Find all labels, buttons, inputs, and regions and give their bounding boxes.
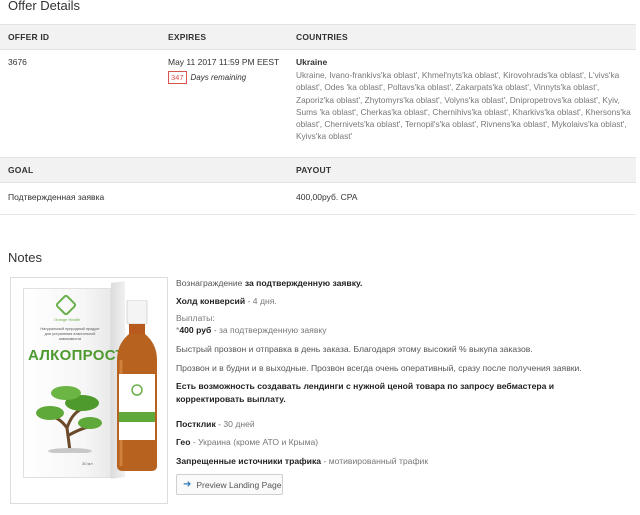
product-box-description: Натуральный природный продукт для устран…	[40, 327, 100, 341]
landing-line-1: Есть возможность создавать лендинги с ну…	[176, 381, 554, 391]
postclick-line: Постклик - 30 дней	[176, 419, 255, 429]
payout-value: 400,00руб. CPA	[296, 192, 358, 202]
bottle-icon	[117, 300, 157, 471]
regions-line: Sums 'ka oblast', Cherkas'ka oblast', Ch…	[296, 106, 631, 117]
preview-button-label: Preview Landing Page	[196, 479, 282, 490]
product-brand: Orange Health	[54, 317, 81, 322]
reward-bold: за подтвержденную заявку.	[244, 278, 363, 288]
regions-line: Ukraine, Ivano-frankivs'ka oblast', Khme…	[296, 70, 620, 80]
goal-payout-header: GOAL PAYOUT	[0, 157, 636, 183]
header-offer-id: OFFER ID	[8, 32, 50, 42]
preview-landing-page-button[interactable]: ➜ Preview Landing Page	[176, 474, 283, 495]
product-name: АЛКОПРОСТ	[28, 347, 125, 364]
arrow-right-icon: ➜	[183, 479, 192, 490]
reward-prefix: Вознаграждение	[176, 278, 245, 288]
product-image: Orange Health Натуральный природный прод…	[10, 277, 168, 504]
reward-line: Вознаграждение за подтвержденную заявку.	[176, 278, 362, 288]
call-schedule-line: Прозвон и в будни и в выходные. Прозвон …	[176, 363, 582, 373]
hold-label: Холд конверсий	[176, 296, 246, 306]
payout-amount: 400 руб	[179, 325, 212, 335]
goal-payout-row: Подтвержденная заявка 400,00руб. CPA	[0, 183, 636, 215]
postclick-label: Постклик	[176, 419, 216, 429]
landing-text-2: корректировать выплату.	[176, 394, 286, 404]
header-expires: EXPIRES	[168, 32, 207, 42]
days-remaining-badge: 347	[168, 71, 187, 84]
notes-title: Notes	[8, 250, 42, 265]
postclick-value: - 30 дней	[215, 419, 255, 429]
payouts-label: Выплаты:	[176, 313, 215, 323]
header-countries: COUNTRIES	[296, 32, 348, 42]
forbidden-traffic-line: Запрещенные источники трафика - мотивиро…	[176, 456, 428, 466]
goal-value: Подтвержденная заявка	[8, 192, 105, 202]
product-volume: 30 мл	[82, 461, 93, 466]
geo-line: Гео - Украина (кроме АТО и Крыма)	[176, 437, 318, 447]
regions-line: Kyivs'ka oblast'	[296, 131, 353, 142]
header-payout: PAYOUT	[296, 165, 332, 175]
regions-line: oblast', Odes 'ka oblast', Poltavs'ka ob…	[296, 82, 600, 93]
payout-desc: - за подтвержденную заявку	[211, 325, 327, 335]
payout-line: *400 руб - за подтвержденную заявку	[176, 325, 327, 335]
landing-line-2: корректировать выплату.	[176, 394, 286, 404]
hold-value: - 4 дня.	[245, 296, 277, 306]
offer-id-value: 3676	[8, 57, 27, 67]
offer-table-header: OFFER ID EXPIRES COUNTRIES	[0, 24, 636, 50]
fast-call-line: Быстрый прозвон и отправка в день заказа…	[176, 344, 533, 354]
forbidden-traffic-label: Запрещенные источники трафика	[176, 456, 322, 466]
regions-line: Zaporiz'ka oblast', Zhytomyrs'ka oblast'…	[296, 94, 620, 105]
goal-payout-table: GOAL PAYOUT Подтвержденная заявка 400,00…	[0, 157, 636, 215]
header-goal: GOAL	[8, 165, 34, 175]
brand-logo-icon	[54, 293, 78, 317]
offer-details-title: Offer Details	[8, 0, 81, 13]
landing-text-1: Есть возможность создавать лендинги с ну…	[176, 381, 555, 391]
regions-list: Ukraine, Ivano-frankivs'ka oblast', Khme…	[296, 69, 631, 143]
forbidden-traffic-value: - мотивированный трафик	[321, 456, 429, 466]
geo-label: Гео	[176, 437, 191, 447]
product-box: Orange Health Натуральный природный прод…	[23, 288, 125, 478]
country-name: Ukraine	[296, 57, 328, 67]
geo-value: - Украина (кроме АТО и Крыма)	[190, 437, 319, 447]
days-remaining: 347 Days remaining	[168, 71, 246, 84]
expires-value: May 11 2017 11:59 PM EEST	[168, 57, 280, 67]
hold-line: Холд конверсий - 4 дня.	[176, 296, 277, 306]
bonsai-tree-icon	[36, 386, 102, 453]
regions-line: oblast', Chernivets'ka oblast', Ternopil…	[296, 119, 627, 130]
days-remaining-label: Days remaining	[190, 73, 247, 82]
